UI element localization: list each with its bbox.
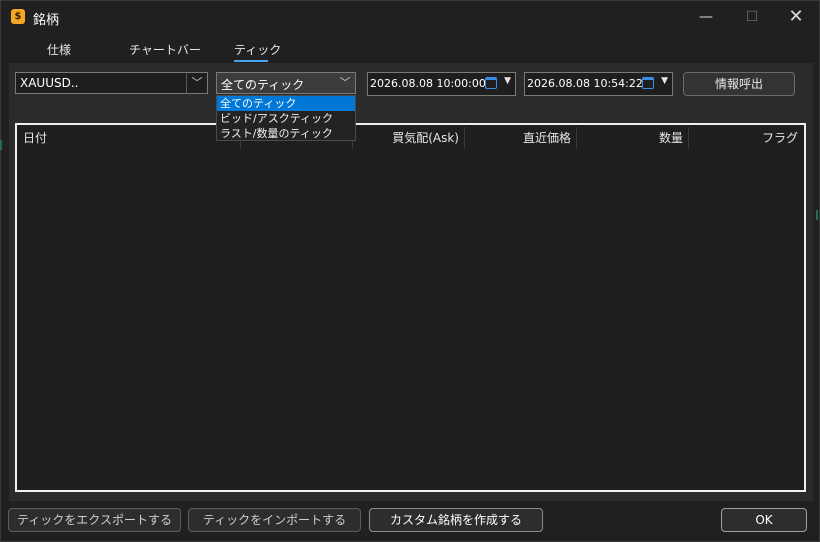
minimize-button[interactable]: — — [683, 1, 729, 33]
request-button[interactable]: 情報呼出 — [683, 72, 795, 96]
tick-type-select-value: 全てのティック — [221, 78, 305, 92]
date-from-picker[interactable]: 2026.08.08 10:00:00 ▼ — [367, 72, 516, 96]
active-tab-indicator — [234, 60, 268, 62]
caret-down-icon[interactable]: ▼ — [661, 76, 668, 86]
column-header-date[interactable]: 日付 — [23, 125, 47, 151]
date-to-value: 2026.08.08 10:54:22 — [527, 77, 643, 90]
column-header-flags[interactable]: フラグ — [691, 125, 798, 151]
caret-down-icon[interactable]: ▼ — [504, 76, 511, 86]
edge-marker — [0, 140, 2, 150]
tick-type-select[interactable]: 全てのティック ﹀ — [216, 72, 356, 94]
import-ticks-button[interactable]: ティックをインポートする — [188, 508, 361, 532]
symbol-select-value: XAUUSD.. — [20, 76, 79, 90]
calendar-icon[interactable] — [642, 77, 654, 89]
column-header-volume[interactable]: 数量 — [579, 125, 683, 151]
tab-ticks[interactable]: ティック — [234, 41, 281, 58]
edge-marker — [816, 210, 818, 220]
create-custom-symbol-button[interactable]: カスタム銘柄を作成する — [369, 508, 543, 532]
chevron-down-icon[interactable]: ﹀ — [335, 73, 355, 93]
column-header-ask[interactable]: 買気配(Ask) — [355, 125, 459, 151]
column-header-last[interactable]: 直近価格 — [467, 125, 571, 151]
tab-bar: 仕様 チャートバー ティック — [9, 39, 813, 63]
dropdown-option-all-ticks[interactable]: 全てのティック — [217, 96, 355, 111]
date-to-picker[interactable]: 2026.08.08 10:54:22 ▼ — [524, 72, 673, 96]
export-ticks-button[interactable]: ティックをエクスポートする — [8, 508, 181, 532]
dropdown-option-last-volume[interactable]: ラスト/数量のティック — [217, 126, 355, 141]
tab-chart-bars[interactable]: チャートバー — [129, 41, 201, 58]
window-title: 銘柄 — [33, 13, 60, 28]
column-divider[interactable] — [576, 127, 577, 149]
ok-button[interactable]: OK — [721, 508, 807, 532]
dollar-app-icon: $ — [11, 9, 25, 24]
tab-specification[interactable]: 仕様 — [47, 41, 71, 58]
dropdown-option-bid-ask[interactable]: ビッド/アスクティック — [217, 111, 355, 126]
ticks-table: 日付 買気配(Ask) 直近価格 数量 フラグ — [15, 123, 806, 492]
column-divider[interactable] — [464, 127, 465, 149]
chevron-down-icon[interactable]: ﹀ — [186, 73, 207, 93]
close-button[interactable]: ✕ — [773, 1, 819, 33]
maximize-button[interactable]: ☐ — [729, 1, 775, 33]
tick-type-dropdown-list: 全てのティック ビッド/アスクティック ラスト/数量のティック — [216, 95, 356, 141]
column-divider[interactable] — [688, 127, 689, 149]
calendar-icon[interactable] — [485, 77, 497, 89]
date-from-value: 2026.08.08 10:00:00 — [370, 77, 486, 90]
title-bar[interactable]: $ 銘柄 — ☐ ✕ — [1, 1, 819, 33]
symbol-select[interactable]: XAUUSD.. ﹀ — [15, 72, 208, 94]
